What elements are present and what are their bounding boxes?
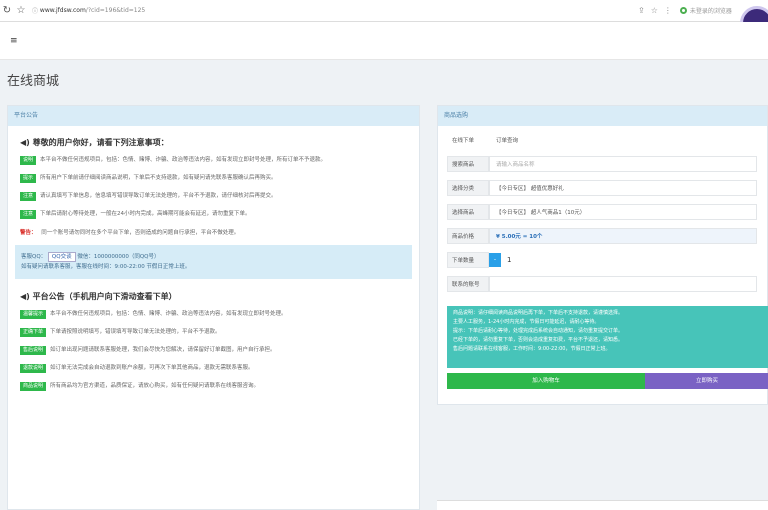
notice-tag: 说明 [20, 156, 37, 165]
speaker-icon: ◀) [20, 138, 30, 147]
menu-icon[interactable]: ≡ [10, 36, 18, 46]
product-notice-line: 提示：下单后请耐心等待，处理完成后系统会自动通知，请勿重复提交订单。 [453, 328, 624, 334]
notice-tag: 提示 [20, 174, 37, 183]
share-icon[interactable]: ⇪ [638, 6, 645, 15]
notice2-tag: 退款说明 [20, 364, 47, 373]
product-notice-line: 售后问题请联系在线客服，工作时间：9:00-22:00，节假日正常上班。 [453, 346, 611, 352]
buy-now-button[interactable]: 立即购买 [645, 373, 768, 389]
notice2-text: 如订单出现问题请联系客服处理，我们会尽快为您解决，请保留好订单截图，用户自行承担… [50, 347, 276, 353]
warning-label: 警告： [20, 230, 37, 236]
quantity-label: 下单数量 [447, 252, 489, 268]
price-value: ¥ 5.00元 = 10个 [489, 228, 757, 244]
notice-section2-title: ◀) 平台公告（手机用户向下滑动查看下单） [20, 291, 419, 302]
product-select[interactable]: 【今日专区】 超人气商品1（10元） [489, 204, 757, 220]
notice2-item: 售后说明 如订单出现问题请联系客服处理，我们会尽快为您解决，请保留好订单截图，用户… [20, 346, 407, 355]
lock-icon: ⓘ [32, 8, 40, 15]
notice-text: 请认真填写下单信息，信息填写错误导致订单无法处理的，平台不予退款，请仔细核对后再… [40, 193, 277, 199]
quantity-value[interactable]: 1 [507, 256, 511, 264]
add-to-cart-button[interactable]: 加入购物车 [447, 373, 645, 389]
warning-line: 警告： 同一个账号请勿同时在多个平台下单，否则造成的问题自行承担，平台不做处理。 [20, 228, 407, 236]
notice2-tag: 售后说明 [20, 346, 47, 355]
account-input[interactable] [489, 276, 757, 292]
notice2-tag: 正确下单 [20, 328, 47, 337]
notice-section2-title-text: 平台公告（手机用户向下滑动查看下单） [32, 292, 177, 301]
more-icon[interactable]: ⋮ [664, 6, 672, 15]
notice2-text: 所有商品均为官方渠道，品质保证，请放心购买，如有任何疑问请联系在线客服咨询。 [50, 383, 260, 389]
notice-section-title-text: 尊敬的用户你好，请看下列注意事项： [32, 138, 169, 147]
search-placeholder: 请输入商品名称 [496, 162, 535, 168]
qq-chat-button[interactable]: QQ交谈 [47, 252, 76, 262]
quantity-stepper: - 1 [489, 252, 757, 268]
notice-item: 注意 下单后请耐心等待处理，一般在24小时内完成，高峰期可能会有延迟，请勿重复下单… [20, 210, 407, 219]
product-notice-line: 商品说明：请仔细阅读商品说明后再下单，下单后不支持退款，请谨慎选择。 [453, 310, 624, 316]
search-input[interactable]: 请输入商品名称 [489, 156, 757, 172]
notice-text: 本平台不做任何违规项目，包括：色情、赌博、诈骗、政治等违法内容，如有发现立即封号… [40, 157, 327, 163]
notice2-tag: 商品说明 [20, 382, 47, 391]
contact-box: 客服QQ： QQ交谈 微信：1000000000（同QQ号） 如有疑问请联系客服… [15, 245, 412, 279]
address-bar[interactable]: ⓘ www.jfdsw.com /?cid=196&tid=125 [32, 4, 632, 18]
product-notice-box: 商品说明：请仔细阅读商品说明后再下单，下单后不支持退款，请谨慎选择。 主要人工服务… [447, 306, 768, 368]
site-header: ≡ [0, 22, 768, 60]
product-notice-line: 已经下单的，请勿重复下单，否则会造成重复扣费，平台不予退还，请知悉。 [453, 337, 624, 343]
bottom-strip [437, 500, 768, 510]
notice2-text: 本平台不做任何违规项目，包括：色情、赌博、诈骗、政治等违法内容，如有发现立即封号… [50, 311, 287, 317]
notice-item: 说明 本平台不做任何违规项目，包括：色情、赌博、诈骗、政治等违法内容，如有发现立即… [20, 156, 407, 165]
order-panel-header: 商品选购 [438, 106, 767, 126]
quantity-decrease-button[interactable]: - [489, 253, 501, 267]
notice-text: 所有用户下单前请仔细阅读商品说明，下单后不支持退款，如有疑问请先联系客服确认后再… [40, 175, 277, 181]
product-label: 选择商品 [447, 204, 489, 220]
contact-hours: 如有疑问请联系客服，客服在线时间：9:00-22:00 节假日正常上班。 [21, 264, 191, 270]
notice-panel: 平台公告 ◀) 尊敬的用户你好，请看下列注意事项： 说明 本平台不做任何违规项目，… [7, 105, 420, 510]
tab-online-order[interactable]: 在线下单 [447, 132, 489, 148]
notice-text: 下单后请耐心等待处理，一般在24小时内完成，高峰期可能会有延迟，请勿重复下单。 [40, 211, 251, 217]
notice2-item: 商品说明 所有商品均为官方渠道，品质保证，请放心购买，如有任何疑问请联系在线客服咨… [20, 382, 407, 391]
browser-toolbar: ↻ ☆ ⓘ www.jfdsw.com /?cid=196&tid=125 ⇪ … [0, 0, 768, 22]
url-path: /?cid=196&tid=125 [85, 7, 146, 14]
notice-tag: 注意 [20, 192, 37, 201]
notice2-text: 下单请按照说明填写，错误填写导致订单无法处理的，平台不予退款。 [50, 329, 221, 335]
profile-area[interactable]: 未登录的浏览器 [679, 6, 732, 15]
profile-label: 未登录的浏览器 [689, 8, 732, 15]
category-label: 选择分类 [447, 180, 489, 196]
order-panel: 商品选购 在线下单 订单查询 搜索商品 请输入商品名称 选择分类 【今日专区】 … [437, 105, 768, 405]
notice-item: 注意 请认真填写下单信息，信息填写错误导致订单无法处理的，平台不予退款，请仔细核对… [20, 192, 407, 201]
notice2-item: 正确下单 下单请按照说明填写，错误填写导致订单无法处理的，平台不予退款。 [20, 328, 407, 337]
notice2-item: 退款说明 如订单无法完成会自动退款到账户余额，可再次下单其他商品，退款无需联系客服… [20, 364, 407, 373]
notice-section-title: ◀) 尊敬的用户你好，请看下列注意事项： [20, 137, 419, 148]
category-select[interactable]: 【今日专区】 超值优惠好礼 [489, 180, 757, 196]
page-title: 在线商城 [7, 74, 60, 89]
notice2-item: 温馨提示 本平台不做任何违规项目，包括：色情、赌博、诈骗、政治等违法内容，如有发现… [20, 310, 407, 319]
profile-status-icon [679, 7, 687, 14]
reload-icon[interactable]: ↻ [0, 5, 14, 16]
notice2-tag: 温馨提示 [20, 310, 47, 319]
notice-item: 提示 所有用户下单前请仔细阅读商品说明，下单后不支持退款，如有疑问请先联系客服确认… [20, 174, 407, 183]
speaker-icon: ◀) [20, 292, 30, 301]
contact-wechat: 微信：1000000000（同QQ号） [77, 254, 160, 260]
notice-tag: 注意 [20, 210, 37, 219]
contact-qq-label: 客服QQ： [21, 254, 47, 260]
warning-text: 同一个账号请勿同时在多个平台下单，否则造成的问题自行承担，平台不做处理。 [41, 230, 240, 236]
price-label: 商品价格 [447, 228, 489, 244]
product-notice-line: 主要人工服务，1-24小时内完成，节假日可能延迟，请耐心等待。 [453, 319, 600, 325]
account-label: 联系的账号 [447, 276, 489, 292]
tab-order-query[interactable]: 订单查询 [489, 132, 757, 148]
url-host: www.jfdsw.com [39, 7, 86, 14]
star-icon[interactable]: ☆ [14, 5, 28, 16]
notice-panel-header: 平台公告 [8, 106, 419, 126]
bookmark-icon[interactable]: ☆ [651, 6, 658, 15]
notice2-text: 如订单无法完成会自动退款到账户余额，可再次下单其他商品，退款无需联系客服。 [50, 365, 254, 371]
search-label: 搜索商品 [447, 156, 489, 172]
